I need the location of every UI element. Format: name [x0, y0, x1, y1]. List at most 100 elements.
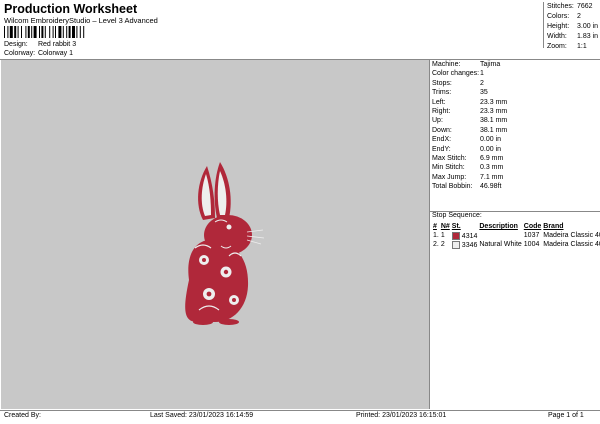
stop-sequence-table: # N# St. Description Code Brand 1. 1 4314 1…: [432, 222, 600, 249]
rabbit-design-image: [185, 162, 265, 325]
machine-info-value: 35: [480, 89, 488, 97]
stop-stitches: 3346: [451, 240, 479, 249]
colorway-value: Colorway 1: [37, 50, 73, 57]
machine-info-label: Down:: [432, 126, 452, 134]
stop-index: 2.: [433, 241, 439, 248]
color-swatch: [451, 240, 460, 249]
machine-info-value: 38.1 mm: [480, 126, 508, 134]
design-stats-panel: Stitches: 7662 Colors: 2 Height: 3.00 in Wi…: [543, 2, 600, 50]
stop-sequence-row: 2. 2 3346 Natural White 1004 Madeira Classic …: [432, 240, 600, 249]
barcode-bar: [49, 26, 51, 38]
machine-info-value: 38.1 mm: [480, 117, 508, 125]
footer-printed: Printed: 23/01/2023 16:15:01: [356, 412, 447, 419]
barcode-bar: [4, 26, 5, 38]
machine-info-value: 0.00 in: [480, 145, 502, 153]
machine-info-row: Up: 38.1 mm: [432, 116, 600, 125]
barcode-bar: [55, 26, 56, 38]
machine-info-label: Right:: [432, 107, 451, 115]
stop-needle: 1: [440, 232, 445, 239]
barcode-bar: [31, 26, 33, 38]
design-label: Design:: [4, 41, 28, 48]
col-header-brand: Brand: [543, 223, 564, 230]
machine-info-row: Machine: Tajima: [432, 60, 600, 69]
machine-info-row: EndY: 0.00 in: [432, 145, 600, 154]
stop-brand: Madeira Classic 40: [543, 232, 600, 239]
barcode-bar: [44, 26, 46, 38]
stat-stitches: Stitches: 7662: [547, 3, 593, 10]
machine-info-label: Color changes:: [432, 70, 480, 78]
machine-info-value: 46.98ft: [480, 183, 502, 191]
machine-info-label: Max Stitch:: [432, 154, 467, 162]
barcode-bar: [83, 26, 85, 38]
barcode-bar: [7, 26, 9, 38]
footer-divider: [0, 410, 600, 411]
machine-info-panel: Machine: Tajima Color changes:1 Stops: 2 Trim…: [432, 60, 600, 191]
barcode-bar: [25, 26, 27, 38]
footer-last-saved: Last Saved: 23/01/2023 16:14:59: [150, 412, 254, 419]
col-header-code: Code: [523, 223, 542, 230]
stop-description: Natural White: [479, 241, 522, 248]
machine-info-row: Color changes:1: [432, 69, 600, 78]
colorway-label: Colorway:: [4, 50, 36, 57]
col-header-stitches: St.: [451, 223, 461, 230]
barcode-bar: [9, 26, 13, 38]
machine-info-label: Machine:: [432, 61, 461, 68]
col-header-description: Description: [479, 223, 518, 230]
colorway-row: Colorway: Colorway 1: [4, 50, 73, 57]
machine-info-row: Stops: 2: [432, 79, 600, 88]
barcode-bar: [41, 26, 44, 38]
stop-stitches: 4314: [451, 231, 479, 240]
stat-zoom: Zoom: 1:1: [547, 43, 587, 50]
machine-info-value: 6.9 mm: [480, 154, 504, 162]
machine-info-row: Right: 23.3 mm: [432, 107, 600, 116]
machine-info-row: Trims: 35: [432, 88, 600, 97]
machine-info-row: EndX: 0.00 in: [432, 135, 600, 144]
barcode-bar: [14, 26, 17, 38]
color-swatch: [451, 231, 460, 240]
machine-info-value: 0.3 mm: [480, 164, 504, 172]
stop-description: [478, 231, 522, 240]
machine-info-value: Tajima: [480, 61, 501, 68]
machine-info-value: 23.3 mm: [480, 107, 508, 115]
stop-sequence-title: Stop Sequence:: [432, 212, 482, 219]
barcode-bar: [76, 26, 78, 38]
machine-info-row: Max Stitch: 6.9 mm: [432, 154, 600, 163]
barcode-bar: [52, 26, 54, 38]
rabbit-embroidery: [185, 162, 265, 325]
barcode-image: [4, 26, 85, 38]
barcode-bar: [62, 26, 64, 38]
machine-info-label: EndY:: [432, 145, 451, 153]
machine-info-label: Stops:: [432, 79, 452, 87]
design-value: Red rabbit 3: [37, 41, 77, 48]
footer-page-number: Page 1 of 1: [548, 412, 584, 419]
machine-info-label: Max Jump:: [432, 173, 467, 181]
machine-info-label: Trims:: [432, 89, 452, 97]
machine-info-row: Total Bobbin: 46.98ft: [432, 182, 600, 191]
stat-height: Height: 3.00 in: [547, 23, 599, 30]
barcode-bar: [79, 26, 81, 38]
stop-needle: 2: [440, 241, 445, 248]
stop-sequence-header-row: # N# St. Description Code Brand: [432, 222, 600, 231]
barcode-bar: [27, 26, 30, 38]
footer-created-by: Created By:: [4, 412, 41, 419]
stop-sequence-row: 1. 1 4314 1037 Madeira Classic 40: [432, 231, 600, 240]
machine-info-label: Total Bobbin:: [432, 183, 473, 191]
software-subtitle: Wilcom EmbroideryStudio – Level 3 Advanc…: [4, 16, 158, 25]
machine-info-label: EndX:: [432, 136, 452, 144]
barcode-bar: [66, 26, 68, 38]
machine-info-row: Min Stitch: 0.3 mm: [432, 163, 600, 172]
machine-info-label: Min Stitch:: [432, 164, 465, 172]
barcode-bar: [68, 26, 71, 38]
stop-code: 1037: [523, 232, 540, 239]
stop-code: 1004: [523, 241, 540, 248]
machine-info-label: Up:: [432, 117, 443, 125]
barcode-bar: [21, 26, 22, 38]
barcode-bar: [72, 26, 75, 38]
machine-info-row: Down: 38.1 mm: [432, 126, 600, 135]
page-title: Production Worksheet: [4, 2, 138, 16]
col-header-needle: N#: [440, 223, 450, 230]
barcode-bar: [58, 26, 62, 38]
machine-info-label: Left:: [432, 98, 446, 106]
machine-info-row: Max Jump: 7.1 mm: [432, 173, 600, 182]
canvas-divider: [429, 60, 430, 409]
